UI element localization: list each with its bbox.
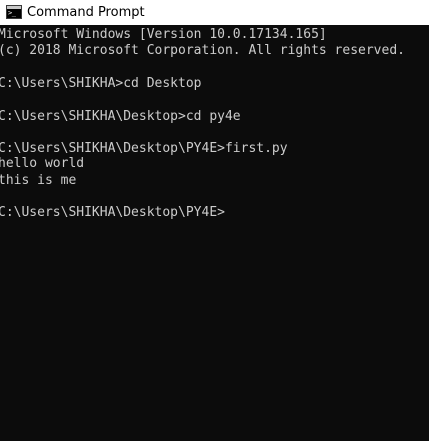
console-line-prompt: C:\Users\SHIKHA\Desktop\PY4E> <box>0 205 225 220</box>
console-line-version: Microsoft Windows [Version 10.0.17134.16… <box>0 27 327 42</box>
console-line-output-me: this is me <box>0 173 77 188</box>
console-line-output-hello: hello world <box>0 156 85 171</box>
cmd-icon[interactable]: >_ <box>6 5 22 19</box>
console-line-copyright: (c) 2018 Microsoft Corporation. All righ… <box>0 43 405 58</box>
window-title: Command Prompt <box>27 5 145 20</box>
console-line-cd-py4e: C:\Users\SHIKHA\Desktop>cd py4e <box>0 109 241 124</box>
title-bar[interactable]: >_ Command Prompt <box>0 0 429 25</box>
command-prompt-window: >_ Command Prompt Microsoft Windows [Ver… <box>0 0 429 441</box>
console-output-area[interactable]: Microsoft Windows [Version 10.0.17134.16… <box>0 27 429 441</box>
icon-prompt-glyph: >_ <box>8 9 16 17</box>
console-line-run-script: C:\Users\SHIKHA\Desktop\PY4E>first.py <box>0 141 288 156</box>
console-line-cd-desktop: C:\Users\SHIKHA>cd Desktop <box>0 76 202 91</box>
